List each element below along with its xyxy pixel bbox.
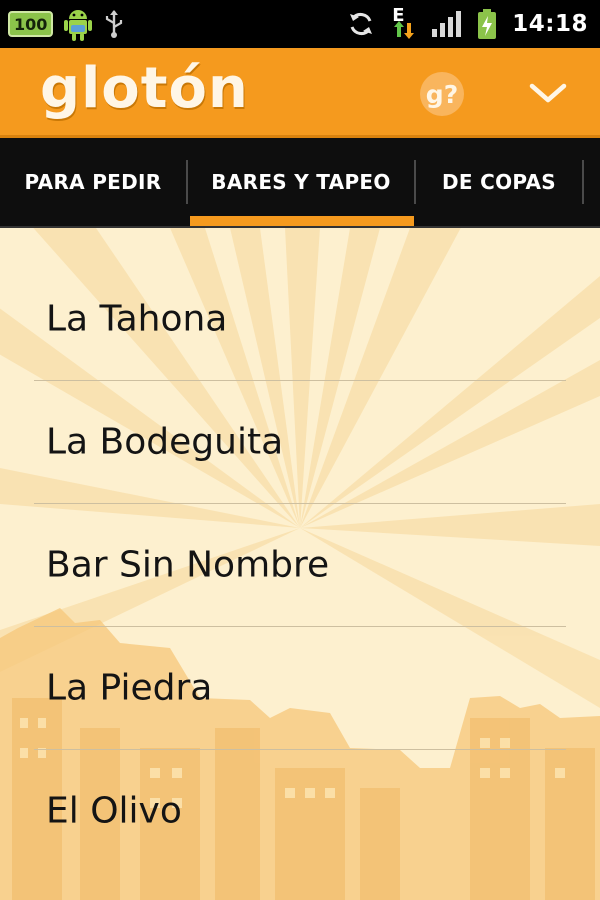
sync-icon [346,9,376,39]
venue-list: La Tahona La Bodeguita Bar Sin Nombre La… [34,258,566,872]
app-screen: 100 E 14:18 glotón g? PARA PEDIR BARES Y… [0,0,600,900]
help-button[interactable]: g? [416,68,468,120]
list-item[interactable]: La Piedra [34,627,566,750]
tab-bares-y-tapeo[interactable]: BARES Y TAPEO [188,138,414,226]
tab-para-pedir[interactable]: PARA PEDIR [0,138,186,226]
status-bar-right: E 14:18 [346,5,588,42]
list-item[interactable]: El Olivo [34,750,566,872]
list-item-label: La Tahona [46,298,228,340]
tab-divider [582,160,584,204]
category-tabs: PARA PEDIR BARES Y TAPEO DE COPAS [0,138,600,228]
app-logo[interactable]: glotón [40,56,249,121]
list-panel: La Tahona La Bodeguita Bar Sin Nombre La… [0,228,600,900]
battery-badge-icon: 100 [8,11,54,37]
list-item-label: La Piedra [46,667,213,709]
help-icon: g? [420,72,464,116]
list-item-label: Bar Sin Nombre [46,544,330,586]
battery-icon [476,8,498,40]
list-item[interactable]: La Bodeguita [34,381,566,504]
data-arrows-icon: E [390,5,416,41]
list-item[interactable]: La Tahona [34,258,566,381]
tab-de-copas[interactable]: DE COPAS [416,138,582,226]
list-item[interactable]: Bar Sin Nombre [34,504,566,627]
status-bar-left: 100 [8,6,125,42]
android-robot-icon [63,6,93,42]
list-item-label: El Olivo [46,790,182,832]
list-item-label: La Bodeguita [46,421,284,463]
selected-tab-indicator [190,216,414,226]
help-icon-text: g? [426,80,458,109]
status-time: 14:18 [512,11,588,37]
usb-icon [103,9,125,39]
signal-icon [430,9,462,39]
status-bar: 100 E 14:18 [0,0,600,48]
dropdown-menu-button[interactable] [520,70,576,118]
chevron-down-icon [529,83,567,103]
app-header: glotón g? [0,48,600,138]
